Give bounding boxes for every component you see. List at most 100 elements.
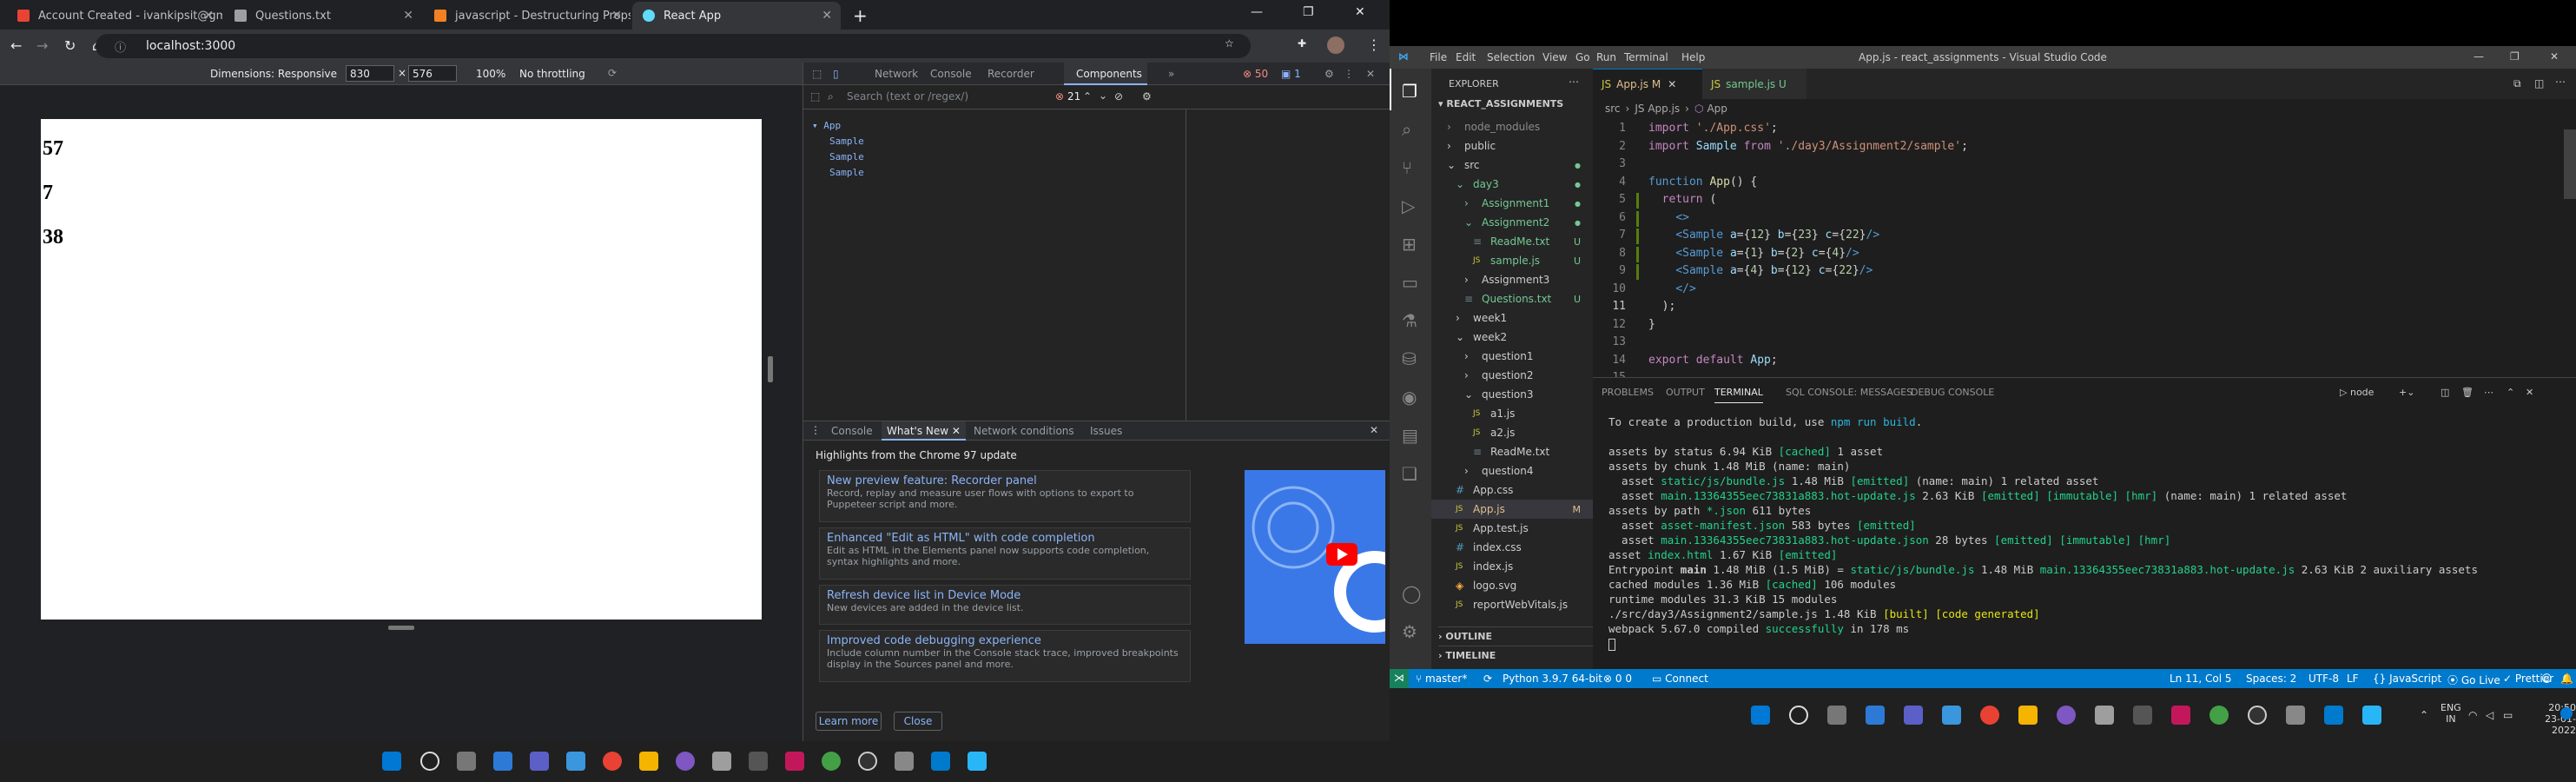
more-tabs-icon[interactable]: »: [1168, 68, 1174, 80]
app-icon[interactable]: [2133, 706, 2152, 725]
drawer-tab-issues[interactable]: Issues: [1090, 425, 1122, 437]
menu-view[interactable]: View: [1542, 51, 1567, 63]
more-icon[interactable]: ⋮: [810, 424, 821, 436]
tree-item[interactable]: ⌄ Assignment2 ●: [1431, 213, 1593, 232]
split-editor-icon[interactable]: ⧉: [2513, 77, 2521, 90]
tree-node-app[interactable]: ▾ App: [812, 120, 841, 131]
teams-icon[interactable]: [530, 752, 549, 771]
height-input[interactable]: 576: [408, 65, 457, 82]
settings-icon[interactable]: [712, 752, 731, 771]
whats-new-card[interactable]: Refresh device list in Device Mode New de…: [819, 585, 1191, 625]
line-ending[interactable]: LF: [2347, 673, 2359, 685]
split-editor-right-icon[interactable]: ◫: [2534, 77, 2544, 89]
more-icon[interactable]: ⋯: [2484, 387, 2493, 398]
github-icon[interactable]: ◉: [1402, 387, 1417, 408]
forward-icon[interactable]: →: [36, 37, 48, 54]
widgets-icon[interactable]: [1866, 706, 1885, 725]
back-icon[interactable]: ←: [10, 37, 22, 54]
card-title[interactable]: Enhanced "Edit as HTML" with code comple…: [827, 532, 1183, 545]
error-count[interactable]: ⊗ 50: [1243, 68, 1268, 80]
language-indicator[interactable]: ENG IN: [2441, 702, 2461, 725]
whats-new-card[interactable]: Enhanced "Edit as HTML" with code comple…: [819, 527, 1191, 580]
editor-tab-sample-js[interactable]: JS sample.js U: [1702, 69, 1807, 99]
tree-item[interactable]: › question2: [1431, 366, 1593, 385]
cursor-position[interactable]: Ln 11, Col 5: [2170, 673, 2232, 685]
source-control-icon[interactable]: ⑂: [1402, 157, 1412, 178]
tree-item[interactable]: ⌄ src ●: [1431, 156, 1593, 175]
testing-icon[interactable]: ⚗: [1402, 310, 1417, 331]
browser-tab-react-app[interactable]: React App ✕: [632, 2, 841, 30]
code-line[interactable]: import './App.css';: [1648, 122, 1778, 135]
menu-terminal[interactable]: Terminal: [1624, 51, 1668, 63]
drawer-tab-whats-new[interactable]: What's New ✕: [882, 421, 966, 441]
timeline-section[interactable]: › TIMELINE: [1438, 646, 1593, 661]
editor-scrollbar[interactable]: [2564, 129, 2576, 199]
card-title[interactable]: Improved code debugging experience: [827, 634, 1183, 647]
trash-icon[interactable]: 🗑: [2461, 387, 2474, 398]
whats-new-card[interactable]: Improved code debugging experience Includ…: [819, 630, 1191, 682]
close-window-icon[interactable]: ✕: [1355, 5, 1365, 19]
wifi-icon[interactable]: ◠: [2468, 709, 2477, 721]
more-icon[interactable]: ⋮: [1344, 68, 1354, 80]
tree-item[interactable]: ⌄ week2: [1431, 328, 1593, 347]
chevron-up-icon[interactable]: ⌃: [2420, 709, 2428, 721]
star-icon[interactable]: ☆: [1225, 37, 1234, 50]
reload-icon[interactable]: ↻: [64, 37, 76, 54]
teams-icon[interactable]: [1904, 706, 1923, 725]
browser-tab-questions[interactable]: Questions.txt ✕: [224, 2, 422, 30]
account-icon[interactable]: ◯: [1402, 583, 1421, 604]
outline-section[interactable]: › OUTLINE: [1438, 626, 1593, 642]
search-icon[interactable]: ⌕: [1402, 119, 1411, 140]
close-window-icon[interactable]: ✕: [2550, 50, 2559, 63]
raspberry-icon[interactable]: [2171, 706, 2190, 725]
chrome-icon[interactable]: [1980, 706, 1999, 725]
notifications-icon[interactable]: 🔔: [2560, 673, 2573, 685]
split-terminal-icon[interactable]: ◫: [2441, 387, 2449, 398]
tree-item[interactable]: › Assignment3: [1431, 270, 1593, 289]
code-line[interactable]: <Sample a={12} b={23} c={22}/>: [1648, 229, 1879, 242]
zoom-select[interactable]: 100%: [476, 68, 505, 80]
whats-new-video-thumbnail[interactable]: [1245, 470, 1385, 644]
tree-item[interactable]: ≡ ReadMe.txt: [1431, 442, 1593, 461]
tree-node-sample[interactable]: Sample: [829, 136, 864, 147]
widgets-icon[interactable]: [493, 752, 512, 771]
manage-gear-icon[interactable]: ⚙: [1402, 621, 1417, 642]
breadcrumb-item[interactable]: src: [1605, 103, 1621, 115]
tab-components[interactable]: Components: [1064, 63, 1147, 85]
device-toggle-icon[interactable]: ▯: [833, 68, 839, 80]
card-title[interactable]: New preview feature: Recorder panel: [827, 474, 1183, 487]
indentation[interactable]: Spaces: 2: [2246, 673, 2296, 685]
whats-new-card[interactable]: New preview feature: Recorder panel Recor…: [819, 470, 1191, 522]
panel-tab-terminal[interactable]: TERMINAL: [1714, 387, 1763, 403]
close-devtools-icon[interactable]: ✕: [1366, 68, 1375, 80]
new-terminal-icon[interactable]: +⌄: [2399, 387, 2414, 398]
code-line[interactable]: <>: [1648, 211, 1689, 224]
chrome-icon[interactable]: [603, 752, 622, 771]
desktop-icon[interactable]: [1942, 706, 1961, 725]
more-icon[interactable]: ⋯: [1569, 76, 1579, 88]
tree-item[interactable]: › week1: [1431, 308, 1593, 328]
close-icon[interactable]: ✕: [203, 9, 214, 23]
code-line[interactable]: <Sample a={4} b={12} c={22}/>: [1648, 264, 1873, 277]
tree-item[interactable]: › question1: [1431, 347, 1593, 366]
tree-item[interactable]: # index.css: [1431, 538, 1593, 557]
file-explorer-icon[interactable]: [639, 752, 658, 771]
search-icon[interactable]: [420, 752, 439, 771]
close-icon[interactable]: ✕: [822, 9, 832, 23]
drawer-tab-network-conditions[interactable]: Network conditions: [974, 425, 1074, 437]
chevron-down-icon[interactable]: ⌄: [1099, 89, 1107, 102]
windows-start-icon[interactable]: [382, 752, 401, 771]
notification-center-icon[interactable]: [2560, 707, 2573, 719]
app-icon[interactable]: [2057, 706, 2076, 725]
connect-status[interactable]: ▭ Connect: [1652, 673, 1708, 685]
tab-network[interactable]: Network: [875, 68, 918, 80]
go-live-status[interactable]: ⦿ Go Live: [2447, 673, 2500, 687]
tree-item[interactable]: JS reportWebVitals.js: [1431, 595, 1593, 614]
select-element-icon[interactable]: ⬚: [810, 90, 820, 103]
code-line[interactable]: export default App;: [1648, 354, 1778, 367]
language-mode[interactable]: {} JavaScript: [2373, 673, 2441, 685]
menu-run[interactable]: Run: [1596, 51, 1616, 63]
pages-icon[interactable]: ❏: [1402, 463, 1417, 484]
tree-item[interactable]: ⌄ question3: [1431, 385, 1593, 404]
tree-item[interactable]: JS sample.js U: [1431, 251, 1593, 270]
